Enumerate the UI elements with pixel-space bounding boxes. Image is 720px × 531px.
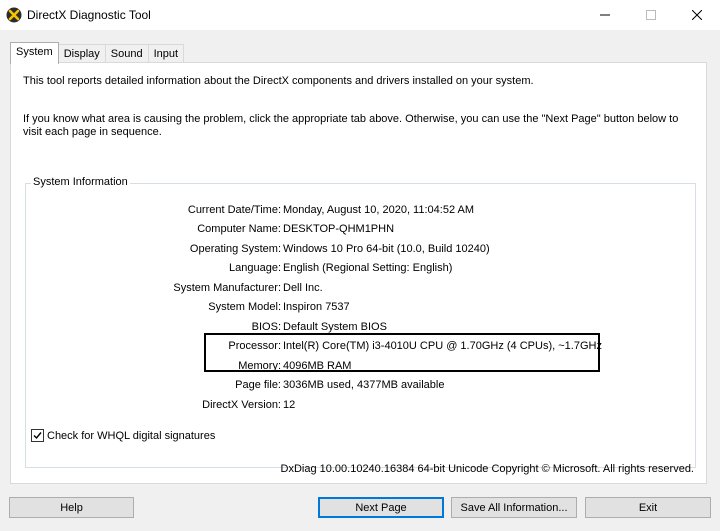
row-value: 12	[283, 399, 296, 411]
row-value: English (Regional Setting: English)	[283, 262, 453, 274]
whql-label: Check for WHQL digital signatures	[47, 429, 216, 442]
row-value: DESKTOP-QHM1PHN	[283, 223, 395, 235]
minimize-button[interactable]	[582, 0, 628, 30]
maximize-icon	[646, 10, 656, 20]
whql-checkbox[interactable]	[31, 429, 44, 442]
tab-system[interactable]: System	[10, 42, 59, 64]
system-information-group: System Information Current Date/Time: Mo…	[25, 176, 696, 468]
directx-x-icon	[6, 7, 22, 23]
tab-input[interactable]: Input	[147, 44, 185, 63]
tab-bar: System Display Sound Input	[10, 42, 185, 64]
version-copyright-text: DxDiag 10.00.10240.16384 64-bit Unicode …	[280, 463, 695, 475]
row-label: System Manufacturer:	[173, 282, 281, 294]
help-button[interactable]: Help	[9, 497, 134, 518]
whql-checkbox-row[interactable]: Check for WHQL digital signatures	[31, 429, 215, 442]
window-title: DirectX Diagnostic Tool	[27, 8, 151, 22]
row-label: Operating System:	[189, 243, 281, 255]
tab-sound[interactable]: Sound	[104, 44, 149, 63]
exit-button[interactable]: Exit	[585, 497, 711, 518]
row-label: Computer Name:	[197, 223, 281, 235]
row-label: Current Date/Time:	[187, 204, 281, 216]
close-button[interactable]	[674, 0, 720, 30]
instructions-text: If you know what area is causing the pro…	[23, 113, 679, 138]
save-all-information-button[interactable]: Save All Information...	[451, 497, 577, 518]
row-value: 3036MB used, 4377MB available	[283, 379, 445, 391]
row-value: Monday, August 10, 2020, 11:04:52 AM	[283, 204, 475, 216]
row-value: Inspiron 7537	[283, 301, 350, 313]
title-bar: DirectX Diagnostic Tool	[0, 0, 720, 30]
next-page-button[interactable]: Next Page	[318, 497, 444, 518]
group-title: System Information	[31, 176, 130, 188]
row-label: Language:	[229, 262, 281, 274]
row-page-file: Page file: 3036MB used, 4377MB available	[26, 377, 686, 393]
row-language: Language: English (Regional Setting: Eng…	[26, 260, 686, 276]
row-value: Dell Inc.	[283, 282, 323, 294]
minimize-icon	[600, 14, 610, 16]
row-operating-system: Operating System: Windows 10 Pro 64-bit …	[26, 241, 686, 257]
close-icon	[692, 10, 702, 20]
tab-display[interactable]: Display	[57, 44, 106, 63]
checkmark-icon	[33, 432, 42, 440]
row-label: Page file:	[235, 379, 281, 391]
intro-text: This tool reports detailed information a…	[23, 75, 534, 87]
row-system-model: System Model: Inspiron 7537	[26, 299, 686, 315]
row-value: Windows 10 Pro 64-bit (10.0, Build 10240…	[283, 243, 490, 255]
row-label: System Model:	[208, 301, 281, 313]
row-current-date-time: Current Date/Time: Monday, August 10, 20…	[26, 202, 686, 218]
row-computer-name: Computer Name: DESKTOP-QHM1PHN	[26, 221, 686, 237]
row-label: DirectX Version:	[202, 399, 281, 411]
row-system-manufacturer: System Manufacturer: Dell Inc.	[26, 280, 686, 296]
row-directx-version: DirectX Version: 12	[26, 397, 686, 413]
maximize-button[interactable]	[628, 0, 674, 30]
highlight-box	[204, 333, 600, 372]
system-tab-panel: This tool reports detailed information a…	[10, 62, 707, 484]
